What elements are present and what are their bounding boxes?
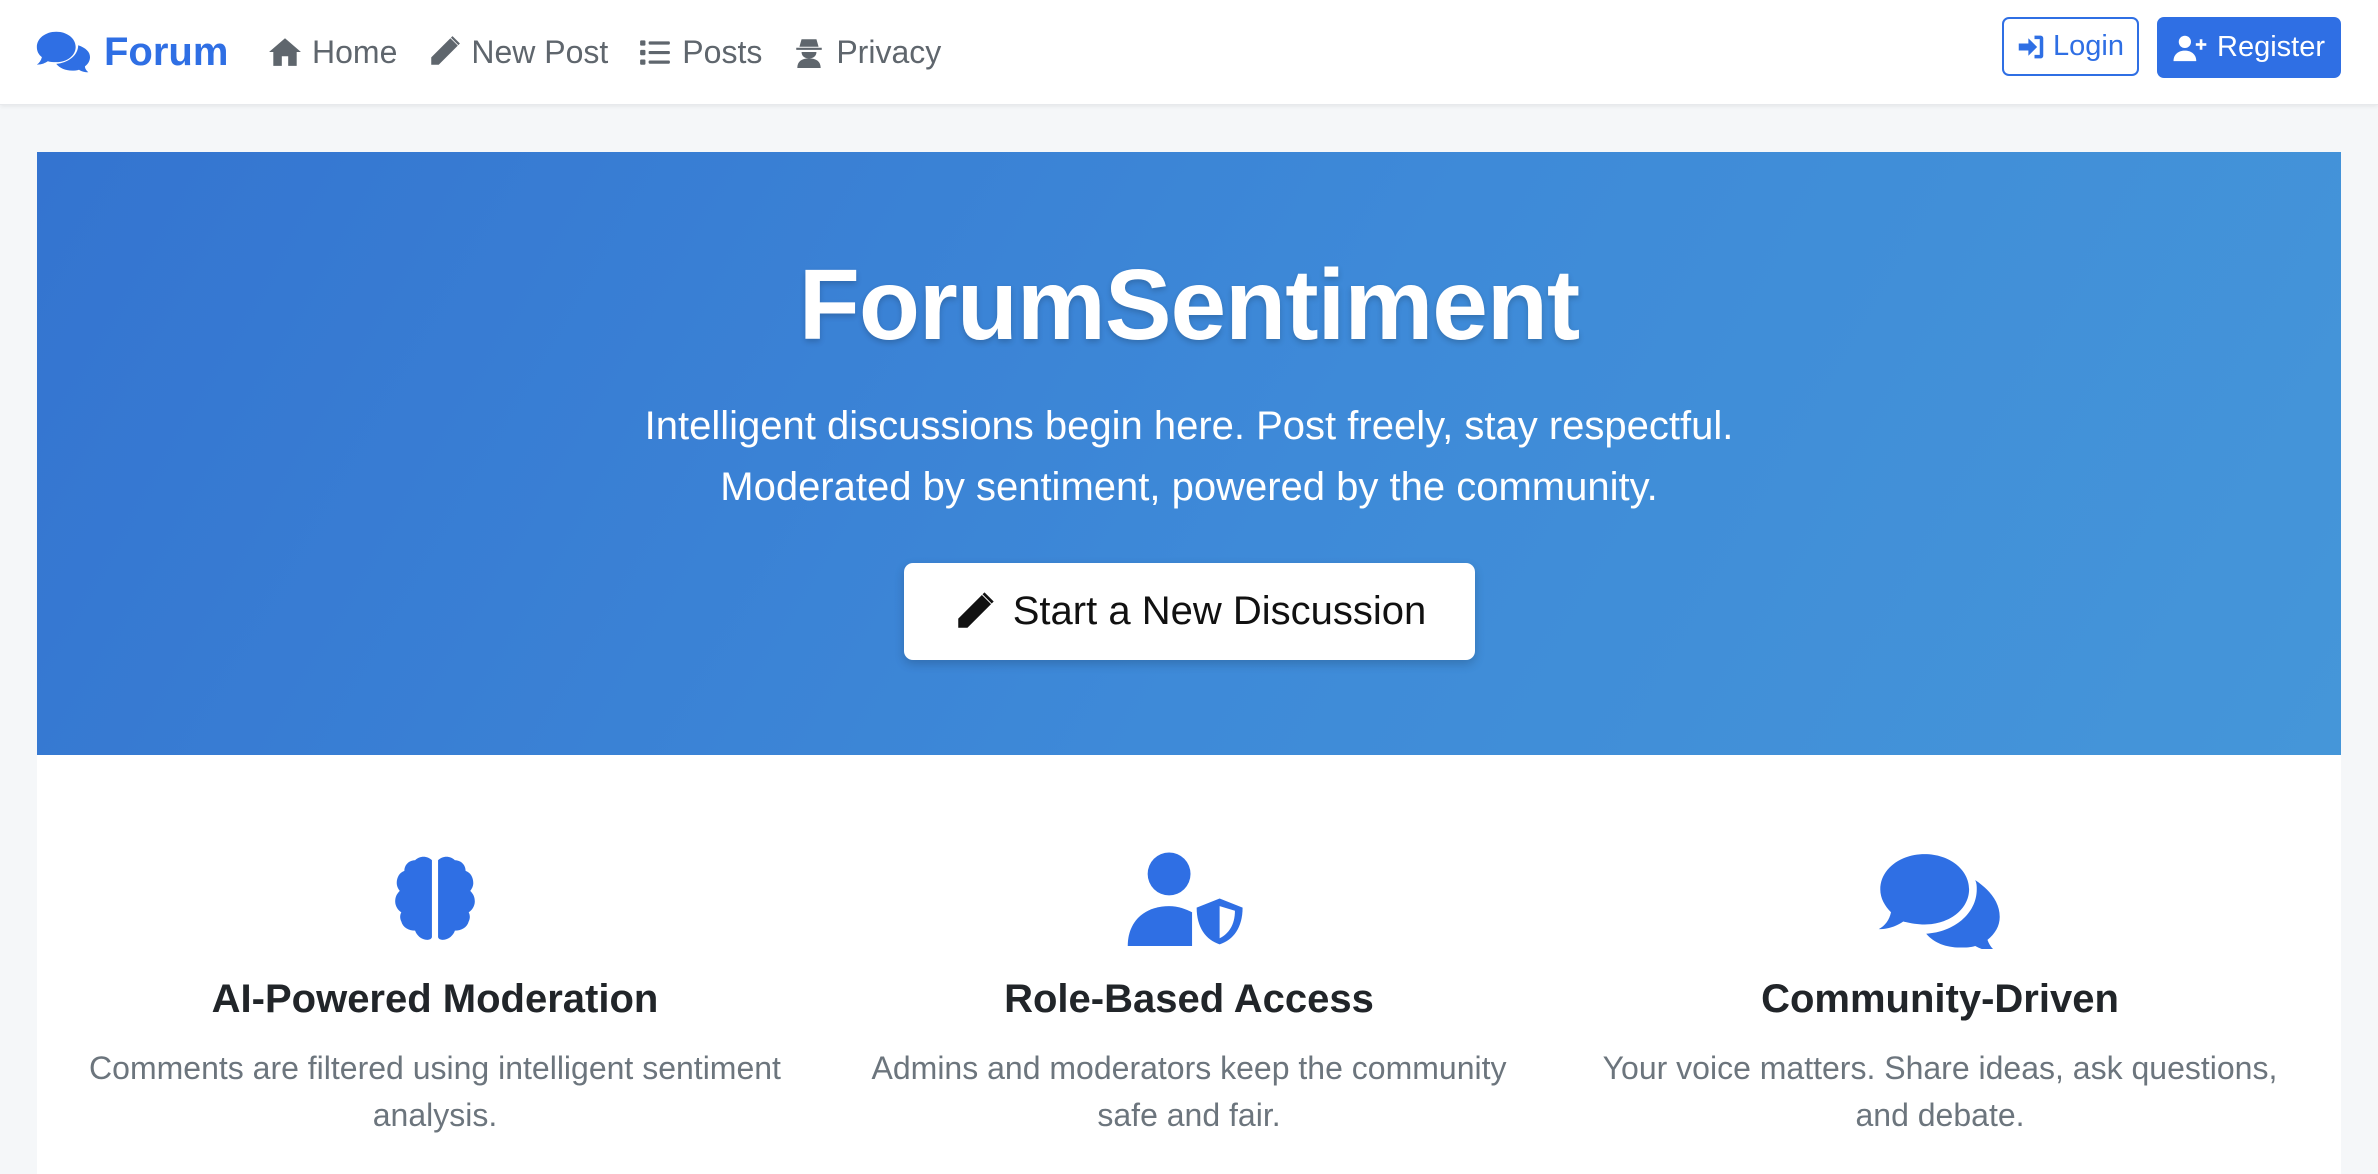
pencil-icon — [958, 591, 994, 628]
nav-home-label: Home — [312, 33, 398, 70]
feature-description: Comments are filtered using intelligent … — [65, 1045, 805, 1139]
feature-desc-line-2: safe and fair. — [1097, 1097, 1281, 1133]
feature-desc-line-2: analysis. — [372, 1097, 498, 1133]
user-plus-icon — [2173, 35, 2207, 61]
nav-privacy[interactable]: Privacy — [792, 34, 941, 71]
start-discussion-label: Start a New Discussion — [1012, 589, 1427, 633]
nav-privacy-label: Privacy — [836, 33, 942, 70]
feature-title: AI-Powered Moderation — [211, 977, 659, 1021]
feature-desc-line-2: and debate. — [1855, 1097, 2025, 1133]
feature-desc-line-1: Admins and moderators keep the community — [871, 1050, 1507, 1086]
feature-title: Community-Driven — [1761, 977, 2119, 1021]
sign-in-icon — [2018, 35, 2044, 58]
hero-banner: ForumSentiment Intelligent discussions b… — [37, 152, 2341, 755]
feature-description: Your voice matters. Share ideas, ask que… — [1570, 1045, 2310, 1139]
list-icon — [640, 40, 671, 65]
nav-new-post-label: New Post — [471, 33, 609, 70]
nav-links: Home New Post Posts Privacy — [268, 22, 941, 82]
register-button[interactable]: Register — [2157, 17, 2341, 78]
hero-subtitle-line-2: Moderated by sentiment, powered by the c… — [720, 465, 1658, 509]
hero-title: ForumSentiment — [798, 249, 1580, 361]
login-button[interactable]: Login — [2002, 17, 2139, 76]
start-discussion-button[interactable]: Start a New Discussion — [904, 563, 1475, 660]
features-section: AI-Powered Moderation Comments are filte… — [37, 755, 2341, 1174]
home-icon — [269, 38, 301, 66]
hero-subtitle-line-1: Intelligent discussions begin here. Post… — [644, 404, 1734, 448]
brand-link[interactable]: Forum — [36, 22, 228, 82]
hero-subtitle: Intelligent discussions begin here. Post… — [37, 396, 2341, 518]
register-label: Register — [2217, 31, 2325, 63]
brain-icon — [395, 856, 475, 940]
user-shield-icon — [1127, 852, 1248, 949]
nav-new-post[interactable]: New Post — [427, 34, 608, 71]
pencil-icon — [431, 36, 461, 65]
nav-posts[interactable]: Posts — [638, 34, 762, 71]
feature-description: Admins and moderators keep the community… — [819, 1045, 1559, 1139]
comments-icon — [1878, 854, 2000, 949]
feature-title: Role-Based Access — [1004, 977, 1374, 1021]
feature-desc-line-1: Comments are filtered using intelligent … — [89, 1050, 781, 1086]
nav-home[interactable]: Home — [268, 34, 397, 71]
login-label: Login — [2053, 30, 2124, 62]
comments-icon — [36, 31, 90, 73]
top-navbar: Forum Home New Post Posts Privacy Login … — [0, 0, 2378, 105]
brand-name: Forum — [104, 29, 229, 74]
nav-posts-label: Posts — [682, 33, 763, 70]
user-secret-icon — [796, 39, 823, 68]
feature-desc-line-1: Your voice matters. Share ideas, ask que… — [1602, 1050, 2278, 1086]
